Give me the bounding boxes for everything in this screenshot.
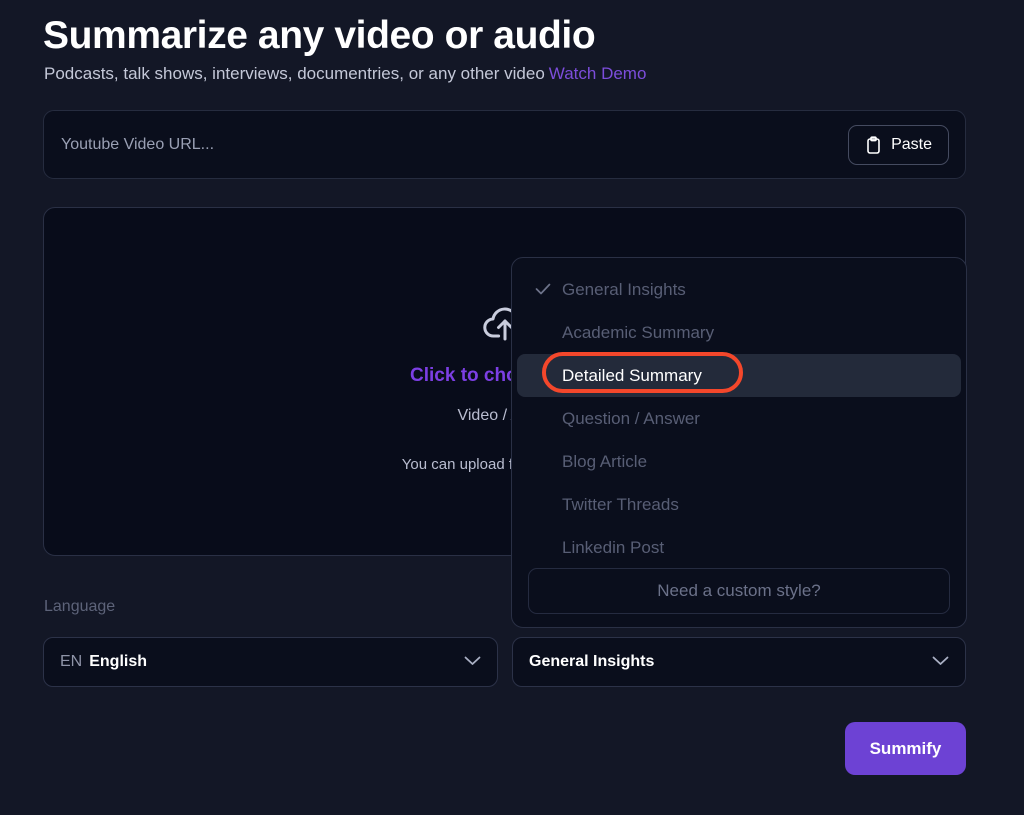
paste-button[interactable]: Paste [848,125,949,165]
dropdown-item-label: Twitter Threads [562,494,679,514]
dropdown-item-label: General Insights [562,279,686,299]
dropdown-item[interactable]: Twitter Threads [517,483,961,526]
dropdown-item[interactable]: Blog Article [517,440,961,483]
dropdown-item[interactable]: Linkedin Post [517,526,961,569]
language-label: Language [44,598,116,615]
subtitle-text: Podcasts, talk shows, interviews, docume… [44,64,545,83]
language-select[interactable]: EN English [43,637,498,687]
dropdown-item-label: Question / Answer [562,408,700,428]
summary-style-dropdown: General Insights Academic Summary Detailed… [511,257,967,628]
chevron-down-icon [932,653,949,671]
watch-demo-link[interactable]: Watch Demo [549,64,647,83]
dropdown-item-label: Academic Summary [562,322,715,342]
clipboard-icon [865,135,882,155]
page-subtitle: Podcasts, talk shows, interviews, docume… [44,64,646,84]
dropdown-item[interactable]: Detailed Summary [517,354,961,397]
check-icon [535,280,551,300]
summary-style-value: General Insights [529,653,655,670]
summify-button[interactable]: Summify [845,722,966,775]
dropdown-item[interactable]: Academic Summary [517,311,961,354]
youtube-url-input[interactable] [61,111,831,178]
dropdown-item-label: Linkedin Post [562,537,665,557]
language-name: English [89,653,148,670]
dropdown-item[interactable]: General Insights [517,268,961,311]
page-title: Summarize any video or audio [43,14,596,57]
dropdown-item-label: Blog Article [562,451,648,471]
url-input-card: Paste [43,110,966,179]
language-code: EN [60,653,83,670]
dropdown-item-label: Detailed Summary [562,365,702,385]
paste-button-label: Paste [891,136,932,153]
app-root: Summarize any video or audio Podcasts, t… [0,0,1024,815]
chevron-down-icon [464,653,481,671]
dropdown-item[interactable]: Question / Answer [517,397,961,440]
summary-style-select[interactable]: General Insights [512,637,966,687]
need-custom-style-button[interactable]: Need a custom style? [528,568,950,614]
